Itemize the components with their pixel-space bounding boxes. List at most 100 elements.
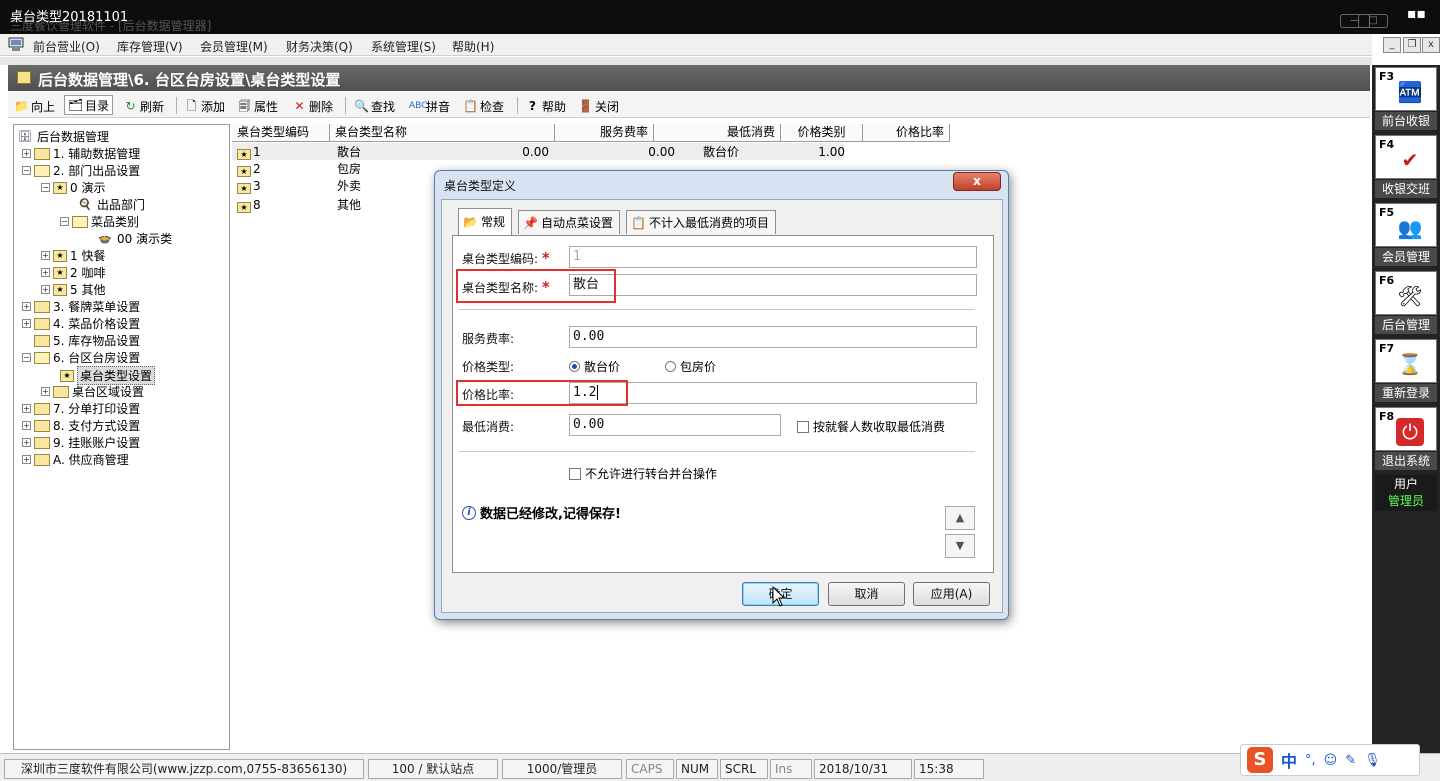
tree-node-table-room[interactable]: −6. 台区台房设置	[22, 349, 140, 366]
table-row[interactable]: ★ 8	[232, 197, 266, 214]
tree-node-menu-setup[interactable]: +3. 餐牌菜单设置	[22, 298, 140, 315]
expand-icon[interactable]: +	[41, 285, 50, 294]
ime-language[interactable]: 中	[1281, 748, 1297, 772]
f6-backend-button[interactable]: F6 🛠	[1375, 271, 1437, 315]
f7-relogin-button[interactable]: F7 ⌛	[1375, 339, 1437, 383]
tree-node-demo[interactable]: − ★ 0 演示	[41, 179, 105, 196]
table-row[interactable]: ★ 3	[232, 178, 266, 195]
status-bar: 深圳市三度软件有限公司(www.jzzp.com,0755-83656130) …	[0, 753, 1440, 781]
tree-node-output-dept[interactable]: 🍳 出品部门	[78, 196, 145, 213]
tree-node-print-setup[interactable]: +7. 分单打印设置	[22, 400, 140, 417]
expand-icon[interactable]: +	[22, 421, 31, 430]
column-header-min-spend[interactable]: 最低消费	[654, 124, 781, 142]
tree-node-coffee[interactable]: + ★ 2 咖啡	[41, 264, 105, 281]
no-transfer-checkbox[interactable]: 不允许进行转台并台操作	[569, 465, 717, 482]
expand-icon[interactable]: +	[22, 455, 31, 464]
expand-icon[interactable]: +	[41, 387, 50, 396]
tree-node-dish-category[interactable]: − 菜品类别	[60, 213, 139, 230]
checklist-icon: ✔	[1401, 148, 1419, 172]
ime-punctuation[interactable]: °,	[1305, 753, 1316, 768]
fullscreen-icon[interactable]: ▪▪	[1407, 6, 1426, 22]
column-header-code[interactable]: 桌台类型编码	[232, 124, 330, 142]
up-button[interactable]: 📁 向上	[14, 96, 55, 116]
column-header-price-class[interactable]: 价格类别	[781, 124, 863, 142]
tree-node-table-area[interactable]: + 桌台区域设置	[41, 383, 144, 400]
radio-room-price[interactable]: 包房价	[665, 358, 716, 375]
expand-icon[interactable]: +	[22, 438, 31, 447]
close-button[interactable]: 🚪 关闭	[578, 96, 619, 116]
find-button[interactable]: 🔍 查找	[354, 96, 395, 116]
expand-icon[interactable]: +	[41, 268, 50, 277]
menu-finance[interactable]: 财务决策(Q)	[286, 38, 353, 55]
collapse-icon[interactable]: −	[22, 353, 31, 362]
dialog-close-button[interactable]: x	[953, 172, 1001, 191]
expand-icon[interactable]: +	[22, 149, 31, 158]
table-row[interactable]: ★ 1	[232, 144, 266, 161]
code-field[interactable]: 1	[569, 246, 977, 268]
emoji-icon[interactable]: ☺	[1324, 753, 1338, 768]
status-company: 深圳市三度软件有限公司(www.jzzp.com,0755-83656130)	[4, 759, 364, 779]
tree-node-payment-setup[interactable]: +8. 支付方式设置	[22, 417, 140, 434]
cancel-button[interactable]: 取消	[828, 582, 905, 606]
expand-icon[interactable]: +	[22, 404, 31, 413]
collapse-icon[interactable]: −	[41, 183, 50, 192]
maximize-button[interactable]: □	[1358, 14, 1388, 28]
f5-member-button[interactable]: F5 👥	[1375, 203, 1437, 247]
pen-icon[interactable]: ✎	[1345, 753, 1356, 768]
column-header-service-rate[interactable]: 服务费率	[555, 124, 654, 142]
menu-inventory[interactable]: 库存管理(V)	[117, 38, 183, 55]
expand-icon[interactable]: +	[41, 251, 50, 260]
min-spend-field[interactable]: 0.00	[569, 414, 781, 436]
microphone-icon[interactable]: 🎙	[1364, 753, 1381, 768]
tab-excluded-items[interactable]: 📋 不计入最低消费的项目	[626, 210, 776, 234]
service-rate-field[interactable]: 0.00	[569, 326, 977, 348]
tree-node-fastfood[interactable]: + ★ 1 快餐	[41, 247, 105, 264]
f8-exit-button[interactable]: F8 ⏻	[1375, 407, 1437, 451]
column-header-name[interactable]: 桌台类型名称	[330, 124, 555, 142]
tree-node-other[interactable]: + ★ 5 其他	[41, 281, 105, 298]
tree-node-price-setup[interactable]: +4. 菜品价格设置	[22, 315, 140, 332]
expand-icon[interactable]: +	[22, 319, 31, 328]
column-header-price-ratio[interactable]: 价格比率	[863, 124, 950, 142]
tree-node-stock-setup[interactable]: 5. 库存物品设置	[34, 332, 140, 349]
mdi-restore-button[interactable]: ❐	[1403, 37, 1421, 53]
f4-shift-button[interactable]: F4 ✔	[1375, 135, 1437, 179]
name-field[interactable]: 散台	[569, 274, 977, 296]
pinyin-button[interactable]: ABC 拼音	[409, 96, 450, 116]
menu-help[interactable]: 帮助(H)	[452, 38, 494, 55]
table-row[interactable]: ★ 2	[232, 161, 266, 178]
delete-button[interactable]: ✕ 删除	[292, 96, 333, 116]
collapse-icon[interactable]: −	[22, 166, 31, 175]
properties-button[interactable]: 🗐 属性	[237, 96, 279, 116]
per-person-min-checkbox[interactable]: 按就餐人数收取最低消费	[797, 418, 945, 435]
tree-node-demo-class[interactable]: 🍲 00 演示类	[98, 230, 172, 247]
mdi-minimize-button[interactable]: _	[1383, 37, 1401, 53]
tree-node-aux-data[interactable]: +1. 辅助数据管理	[22, 145, 140, 162]
menu-member[interactable]: 会员管理(M)	[200, 38, 268, 55]
tree-node-account-setup[interactable]: +9. 挂账账户设置	[22, 434, 140, 451]
help-button[interactable]: ? 帮助	[525, 96, 566, 116]
menu-system[interactable]: 系统管理(S)	[371, 38, 436, 55]
apply-button[interactable]: 应用(A)	[913, 582, 990, 606]
tree-node-supplier[interactable]: + A. 供应商管理	[22, 451, 129, 468]
tab-auto-order[interactable]: 📌 自动点菜设置	[518, 210, 620, 234]
mdi-close-button[interactable]: x	[1422, 37, 1440, 53]
ime-toolbar[interactable]: S 中 °, ☺ ✎ 🎙	[1240, 744, 1420, 776]
catalog-button[interactable]: 🗂 目录	[64, 95, 114, 115]
expand-icon[interactable]: +	[22, 302, 31, 311]
move-down-button[interactable]: ▼	[945, 534, 975, 558]
tree-node-dept-product[interactable]: −2. 部门出品设置	[22, 162, 140, 179]
add-button[interactable]: 🗋 添加	[184, 96, 225, 116]
mouse-pointer-icon	[772, 586, 786, 607]
refresh-button[interactable]: ↻ 刷新	[123, 96, 164, 116]
menu-frontdesk[interactable]: 前台营业(O)	[33, 38, 100, 55]
f3-frontdesk-button[interactable]: F3 🏧	[1375, 67, 1437, 111]
price-ratio-field[interactable]: 1.2	[569, 382, 977, 404]
radio-scattered-price[interactable]: 散台价	[569, 358, 620, 375]
move-up-button[interactable]: ▲	[945, 506, 975, 530]
tab-general[interactable]: 📂 常规	[458, 208, 512, 235]
tree-node-root[interactable]: 🗄 后台数据管理	[18, 128, 109, 145]
f7-label: 重新登录	[1375, 384, 1437, 402]
check-button[interactable]: 📋 检查	[463, 96, 504, 116]
collapse-icon[interactable]: −	[60, 217, 69, 226]
